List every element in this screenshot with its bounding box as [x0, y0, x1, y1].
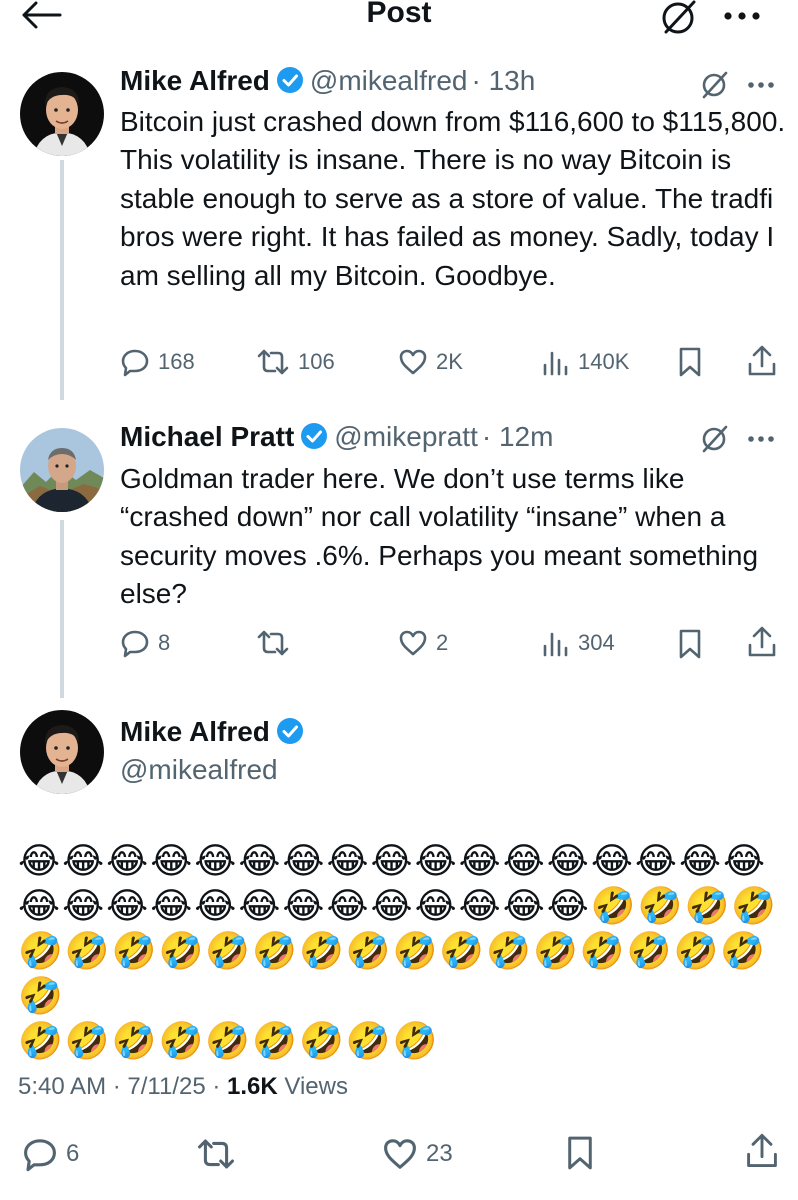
more-button[interactable]: [722, 10, 762, 22]
thread-line: [60, 160, 64, 400]
author-name[interactable]: Mike Alfred: [120, 65, 270, 96]
reply-count: 6: [66, 1140, 80, 1167]
views-button[interactable]: 304: [540, 625, 615, 661]
avatar[interactable]: [20, 428, 104, 512]
retweet-count: 106: [298, 349, 335, 374]
tweet-time[interactable]: · 12m: [482, 421, 554, 452]
reply-button[interactable]: 8: [120, 625, 170, 661]
tweet-text: Goldman trader here. We don’t use terms …: [120, 463, 759, 610]
post-timestamp[interactable]: 5:40 AM · 7/11/25 ·: [18, 1073, 227, 1100]
verified-badge-icon: [276, 67, 303, 93]
main-post-text: 😂😂😂😂😂😂😂😂😂😂😂😂😂😂😂😂😂 😂😂😂😂😂😂😂😂😂😂😂😂😂🤣🤣🤣🤣 🤣🤣🤣🤣…: [18, 838, 788, 1063]
retweet-icon: [257, 349, 289, 375]
post-views-label: Views: [277, 1073, 348, 1100]
more-icon: [748, 82, 774, 88]
bookmark-icon: [679, 347, 701, 377]
tweet-text: Bitcoin just crashed down from $116,600 …: [120, 106, 786, 291]
like-icon: [384, 1139, 416, 1169]
views-icon: [543, 632, 568, 657]
views-icon: [543, 351, 568, 376]
author-name[interactable]: Mike Alfred: [120, 716, 270, 747]
like-button[interactable]: 2K: [398, 344, 463, 380]
retweet-icon: [257, 630, 289, 656]
like-count: 2K: [436, 349, 463, 374]
post-views-count: 1.6K: [227, 1073, 278, 1100]
share-icon: [748, 626, 776, 657]
like-count: 2: [436, 630, 449, 655]
verified-badge-icon: [276, 718, 303, 744]
views-count: 140K: [578, 349, 630, 374]
grok-icon: [702, 71, 728, 99]
emoji-line: 😂😂😂😂😂😂😂😂😂😂😂😂😂😂😂😂😂: [18, 840, 768, 881]
reply-icon: [121, 349, 149, 377]
like-button[interactable]: 2: [398, 625, 448, 661]
thread-line: [60, 520, 64, 698]
bookmark-icon: [679, 629, 701, 659]
retweet-button[interactable]: 106: [256, 344, 335, 380]
retweet-button[interactable]: [196, 1136, 244, 1172]
author-name[interactable]: Michael Pratt: [120, 421, 294, 452]
like-icon: [399, 349, 427, 375]
bookmark-icon: [568, 1136, 592, 1170]
reply-button[interactable]: 6: [22, 1136, 79, 1172]
author-handle[interactable]: @mikealfred: [120, 753, 278, 787]
grok-button[interactable]: [700, 424, 730, 454]
share-button[interactable]: [746, 344, 778, 378]
emoji-line: 🤣🤣🤣🤣🤣🤣🤣🤣🤣🤣🤣🤣🤣🤣🤣🤣🤣: [18, 930, 768, 1016]
bookmark-button[interactable]: [564, 1134, 596, 1172]
retweet-icon: [198, 1139, 234, 1169]
views-button[interactable]: 140K: [540, 344, 629, 380]
main-post-author: Mike Alfred: [120, 715, 304, 749]
bookmark-button[interactable]: [676, 346, 704, 378]
grok-button[interactable]: [700, 70, 730, 100]
share-button[interactable]: [746, 625, 778, 659]
avatar[interactable]: [20, 72, 104, 156]
grok-icon: [702, 425, 728, 453]
more-button[interactable]: [746, 80, 776, 90]
verified-badge-icon: [301, 423, 328, 449]
emoji-line: 😂😂😂😂😂😂😂😂😂😂😂😂😂🤣🤣🤣🤣: [18, 885, 779, 926]
more-button[interactable]: [746, 434, 776, 444]
author-handle[interactable]: @mikepratt: [334, 421, 478, 452]
tweet-header: Mike Alfred @mikealfred · 13h: [120, 64, 535, 98]
tweet-time[interactable]: · 13h: [471, 65, 535, 96]
like-button[interactable]: 23: [382, 1136, 453, 1172]
reply-count: 8: [158, 630, 171, 655]
reply-count: 168: [158, 349, 195, 374]
share-button[interactable]: [744, 1132, 780, 1170]
reply-icon: [24, 1139, 56, 1172]
like-count: 23: [426, 1140, 453, 1167]
reply-button[interactable]: 168: [120, 344, 195, 380]
views-count: 304: [578, 630, 615, 655]
more-icon: [748, 436, 774, 442]
more-icon: [724, 12, 760, 20]
reply-icon: [121, 630, 149, 658]
avatar[interactable]: [20, 710, 104, 794]
like-icon: [399, 630, 427, 656]
grok-icon: [662, 0, 696, 34]
grok-button[interactable]: [660, 0, 700, 36]
emoji-line: 🤣🤣🤣🤣🤣🤣🤣🤣🤣: [18, 1020, 440, 1061]
share-icon: [748, 345, 776, 376]
bookmark-button[interactable]: [676, 628, 704, 660]
tweet-header: Michael Pratt @mikepratt · 12m: [120, 420, 553, 454]
author-handle[interactable]: @mikealfred: [310, 65, 468, 96]
retweet-button[interactable]: [256, 625, 298, 661]
share-icon: [747, 1133, 777, 1167]
post-meta: 5:40 AM · 7/11/25 · 1.6K Views: [18, 1073, 348, 1101]
